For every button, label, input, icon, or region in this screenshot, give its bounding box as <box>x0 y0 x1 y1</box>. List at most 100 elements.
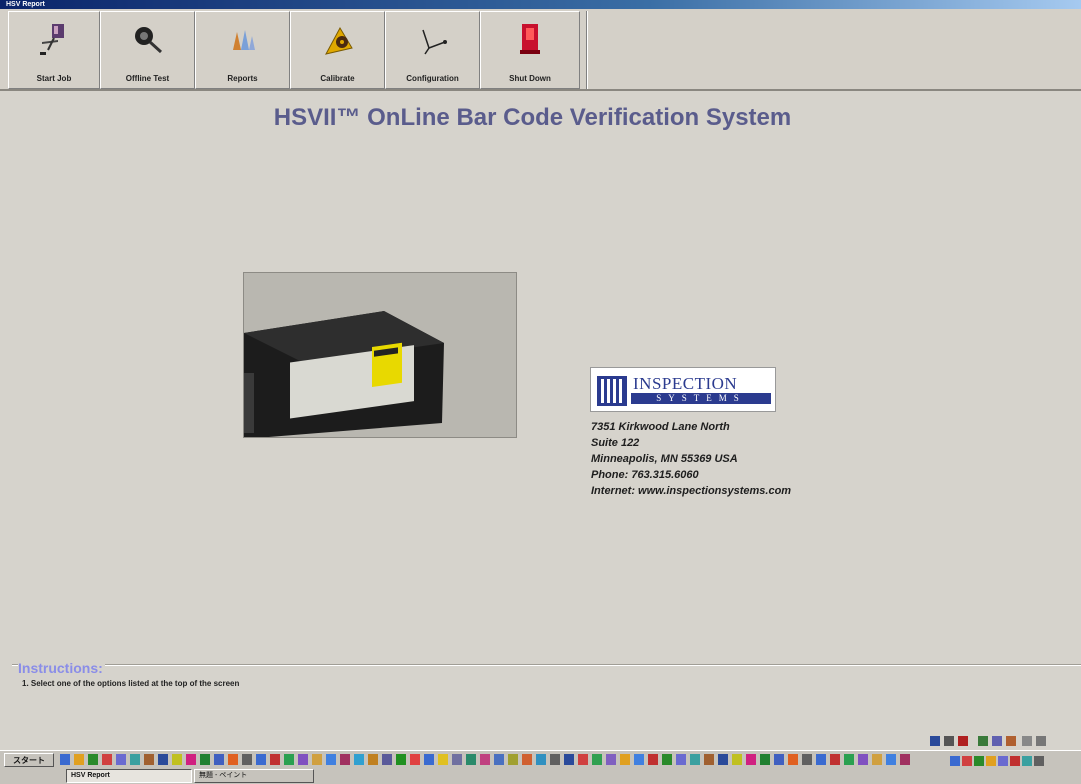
quick-launch-icon[interactable] <box>494 754 504 765</box>
quick-launch-icon[interactable] <box>368 754 378 765</box>
quick-launch-icon[interactable] <box>872 754 882 765</box>
quick-launch-icon[interactable] <box>410 754 420 765</box>
offline-test-button[interactable]: Offline Test <box>100 11 195 89</box>
tray-icon[interactable] <box>986 756 996 766</box>
quick-launch-icon[interactable] <box>662 754 672 765</box>
quick-launch-icon[interactable] <box>648 754 658 765</box>
quick-launch-icon[interactable] <box>690 754 700 765</box>
tray-network-icon[interactable] <box>944 736 954 746</box>
address-line-1: 7351 Kirkwood Lane North <box>591 421 730 433</box>
quick-launch-icon[interactable] <box>340 754 350 765</box>
logo-subbrand-bar: SYSTEMS <box>631 393 771 404</box>
toolbar-separator <box>586 11 588 89</box>
tray-alert-icon[interactable] <box>958 736 968 746</box>
quick-launch-icon[interactable] <box>704 754 714 765</box>
instructions-step-1: 1. Select one of the options listed at t… <box>22 679 240 688</box>
tray-icon[interactable] <box>974 756 984 766</box>
page-title: HSVII™ OnLine Bar Code Verification Syst… <box>273 104 792 131</box>
quick-launch-icon[interactable] <box>102 754 112 765</box>
quick-launch-icon[interactable] <box>718 754 728 765</box>
tray-app-icon[interactable] <box>930 736 940 746</box>
tray-icon[interactable] <box>998 756 1008 766</box>
quick-launch-icon[interactable] <box>732 754 742 765</box>
quick-launch-icon[interactable] <box>620 754 630 765</box>
quick-launch-icon[interactable] <box>578 754 588 765</box>
quick-launch-icon[interactable] <box>284 754 294 765</box>
company-address: 7351 Kirkwood Lane North Suite 122 Minne… <box>591 419 791 499</box>
quick-launch-icon[interactable] <box>130 754 140 765</box>
quick-launch-icon[interactable] <box>564 754 574 765</box>
quick-launch-icon[interactable] <box>186 754 196 765</box>
quick-launch-icon[interactable] <box>522 754 532 765</box>
notification-tray <box>930 734 1080 748</box>
shut-down-label: Shut Down <box>509 74 551 83</box>
quick-launch-icon[interactable] <box>886 754 896 765</box>
quick-launch-icon[interactable] <box>452 754 462 765</box>
task-paint[interactable]: 無題 - ペイント <box>194 769 314 783</box>
quick-launch-icon[interactable] <box>396 754 406 765</box>
tray-tool-icon[interactable] <box>1006 736 1016 746</box>
main-toolbar: Start Job Offline Test Reports Calibrate… <box>0 9 1081 91</box>
quick-launch-icon[interactable] <box>676 754 686 765</box>
start-job-button[interactable]: Start Job <box>8 11 100 89</box>
quick-launch-icon[interactable] <box>802 754 812 765</box>
calibrate-button[interactable]: Calibrate <box>290 11 385 89</box>
quick-launch-icon[interactable] <box>774 754 784 765</box>
address-line-2: Suite 122 <box>591 437 640 449</box>
quick-launch-icon[interactable] <box>844 754 854 765</box>
quick-launch-icon[interactable] <box>60 754 70 765</box>
quick-launch-icon[interactable] <box>88 754 98 765</box>
quick-launch-icon[interactable] <box>592 754 602 765</box>
quick-launch-icon[interactable] <box>158 754 168 765</box>
quick-launch-icon[interactable] <box>74 754 84 765</box>
quick-launch-icon[interactable] <box>326 754 336 765</box>
quick-launch-icon[interactable] <box>508 754 518 765</box>
tray-icon[interactable] <box>962 756 972 766</box>
quick-launch-icon[interactable] <box>270 754 280 765</box>
shut-down-button[interactable]: Shut Down <box>480 11 580 89</box>
quick-launch-icon[interactable] <box>788 754 798 765</box>
quick-launch-icon[interactable] <box>536 754 546 765</box>
quick-launch-icon[interactable] <box>760 754 770 765</box>
tray-help-icon[interactable] <box>1022 736 1032 746</box>
start-button[interactable]: スタート <box>4 753 54 767</box>
configuration-button[interactable]: Configuration <box>385 11 480 89</box>
quick-launch-icon[interactable] <box>550 754 560 765</box>
quick-launch-icon[interactable] <box>606 754 616 765</box>
quick-launch-icon[interactable] <box>634 754 644 765</box>
quick-launch-icon[interactable] <box>354 754 364 765</box>
tray-icon[interactable] <box>950 756 960 766</box>
quick-launch-icon[interactable] <box>242 754 252 765</box>
quick-launch-icon[interactable] <box>858 754 868 765</box>
quick-launch-icon[interactable] <box>438 754 448 765</box>
reports-label: Reports <box>227 74 258 83</box>
tray-icon[interactable] <box>1010 756 1020 766</box>
tray-icon[interactable] <box>1034 756 1044 766</box>
reports-button[interactable]: Reports <box>195 11 290 89</box>
quick-launch-icon[interactable] <box>144 754 154 765</box>
address-line-3: Minneapolis, MN 55369 USA <box>591 453 738 465</box>
task-hsv-report[interactable]: HSV Report <box>66 769 192 783</box>
quick-launch-icon[interactable] <box>214 754 224 765</box>
quick-launch-icon[interactable] <box>480 754 490 765</box>
quick-launch-icon[interactable] <box>816 754 826 765</box>
quick-launch-icon[interactable] <box>228 754 238 765</box>
offline-test-label: Offline Test <box>125 74 170 83</box>
quick-launch-icon[interactable] <box>424 754 434 765</box>
quick-launch-icon[interactable] <box>200 754 210 765</box>
tray-ime-icon[interactable] <box>978 736 988 746</box>
quick-launch-icon[interactable] <box>466 754 476 765</box>
quick-launch-icon[interactable] <box>172 754 182 765</box>
quick-launch-icon[interactable] <box>746 754 756 765</box>
taskbar: スタート HSV Report 無題 - ペイント <box>0 750 1081 784</box>
quick-launch-icon[interactable] <box>256 754 266 765</box>
tray-icon[interactable] <box>1022 756 1032 766</box>
quick-launch-icon[interactable] <box>382 754 392 765</box>
quick-launch-icon[interactable] <box>900 754 910 765</box>
quick-launch-icon[interactable] <box>116 754 126 765</box>
tray-language-icon[interactable] <box>992 736 1002 746</box>
quick-launch-icon[interactable] <box>830 754 840 765</box>
quick-launch-icon[interactable] <box>298 754 308 765</box>
tray-settings-icon[interactable] <box>1036 736 1046 746</box>
quick-launch-icon[interactable] <box>312 754 322 765</box>
